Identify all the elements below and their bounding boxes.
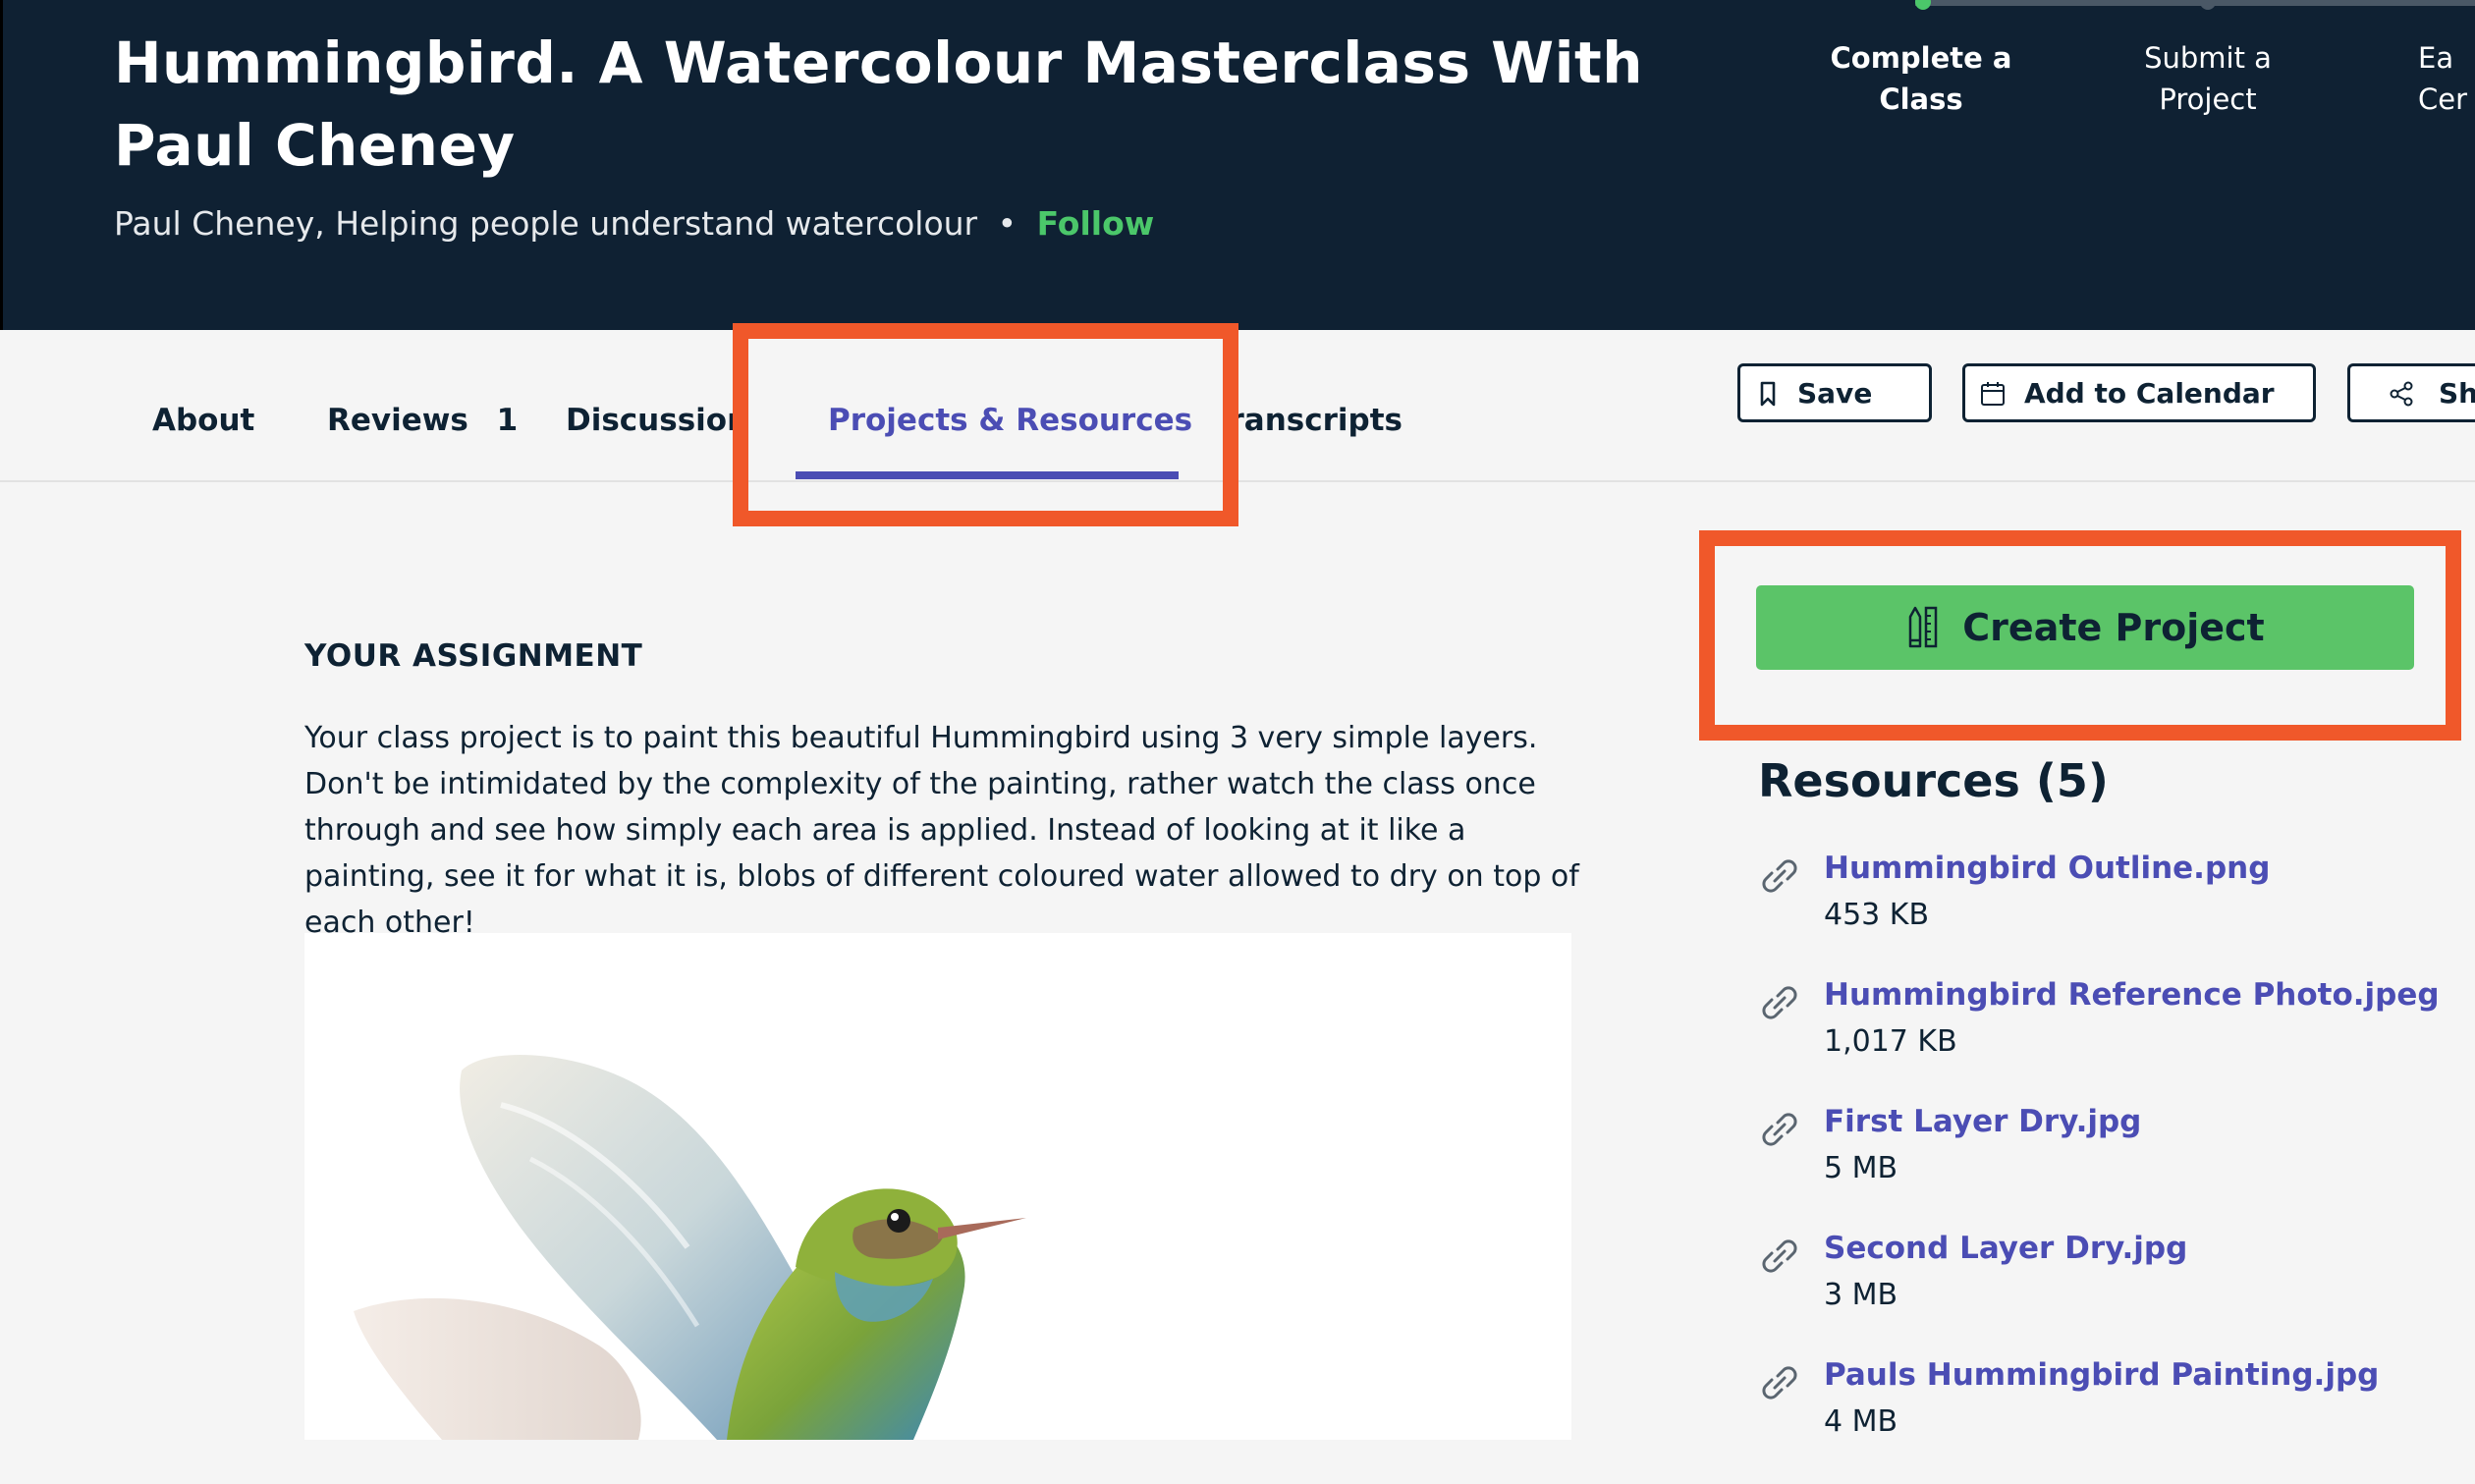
tab-highlight-box [733,323,1238,526]
step-label-line1: Ea [2418,41,2454,75]
bookmark-icon [1760,381,1776,407]
resource-item[interactable]: Second Layer Dry.jpg 3 MB [1758,1227,2446,1335]
separator-dot: • [997,204,1018,243]
assignment-description: Your class project is to paint this beau… [304,721,1579,940]
class-header: Hummingbird. A Watercolour Masterclass W… [0,0,2475,330]
step-label-line1: Complete a [1830,41,2012,75]
resource-item[interactable]: First Layer Dry.jpg 5 MB [1758,1100,2446,1208]
resource-size: 5 MB [1824,1151,1898,1185]
resource-link[interactable]: Hummingbird Reference Photo.jpeg [1824,973,2440,1017]
step-label-line1: Submit a [2144,41,2272,75]
tab-about[interactable]: About [152,381,254,460]
share-icon [2390,381,2413,407]
step-dot-submit-project [2200,0,2216,10]
add-to-calendar-button[interactable]: Add to Calendar [1962,363,2316,422]
class-header-info: Hummingbird. A Watercolour Masterclass W… [0,0,1650,330]
share-label: Sha [2439,376,2475,410]
add-to-calendar-label: Add to Calendar [2024,376,2275,410]
step-complete-class[interactable]: Complete a Class [1793,37,2049,120]
assignment-heading: YOUR ASSIGNMENT [304,638,643,674]
tab-reviews-label: Reviews [327,403,468,438]
step-label-line2: Cer [2418,82,2468,116]
resource-link[interactable]: Second Layer Dry.jpg [1824,1227,2187,1270]
resource-size: 1,017 KB [1824,1024,1957,1059]
resource-item[interactable]: Hummingbird Outline.png 453 KB [1758,847,2446,955]
link-icon [1762,859,1797,893]
step-label-line2: Project [2159,82,2257,116]
follow-link[interactable]: Follow [1037,204,1155,243]
resource-link[interactable]: Pauls Hummingbird Painting.jpg [1824,1353,2379,1397]
resource-size: 3 MB [1824,1278,1898,1312]
link-icon [1762,986,1797,1019]
tab-transcripts-label: Transcripts [1226,403,1402,438]
resource-item[interactable]: Pauls Hummingbird Painting.jpg 4 MB [1758,1353,2446,1461]
save-label: Save [1797,376,1873,410]
calendar-icon [1981,382,2005,406]
reviews-count: 1 [496,403,519,438]
tab-reviews[interactable]: Reviews 1 [327,381,518,460]
link-icon [1762,1239,1797,1273]
resources-title: Resources (5) [1758,754,2109,807]
link-icon [1762,1366,1797,1400]
teacher-name[interactable]: Paul Cheney, Helping people understand w… [114,204,977,243]
step-earn-certificate[interactable]: Ea Cer [2418,37,2475,120]
hummingbird-illustration [354,1054,1026,1440]
progress-track [1915,0,2475,10]
link-icon [1762,1113,1797,1146]
step-dot-complete-class [1915,0,1931,10]
share-button[interactable]: Sha [2347,363,2475,422]
save-button[interactable]: Save [1737,363,1932,422]
resource-link[interactable]: Hummingbird Outline.png [1824,847,2270,890]
resource-size: 453 KB [1824,898,1930,932]
tab-discussions[interactable]: Discussions [566,381,735,460]
step-label-line2: Class [1879,82,1963,116]
create-project-highlight-box [1699,530,2461,741]
hummingbird-painting-image [304,933,1571,1440]
resource-item[interactable]: Hummingbird Reference Photo.jpeg 1,017 K… [1758,973,2446,1081]
teacher-line: Paul Cheney, Helping people understand w… [114,196,1154,251]
tab-transcripts[interactable]: Transcripts [1226,381,1402,460]
class-title: Hummingbird. A Watercolour Masterclass W… [114,29,1644,179]
resource-size: 4 MB [1824,1404,1898,1439]
resource-link[interactable]: First Layer Dry.jpg [1824,1100,2141,1143]
step-submit-project[interactable]: Submit a Project [2080,37,2336,120]
